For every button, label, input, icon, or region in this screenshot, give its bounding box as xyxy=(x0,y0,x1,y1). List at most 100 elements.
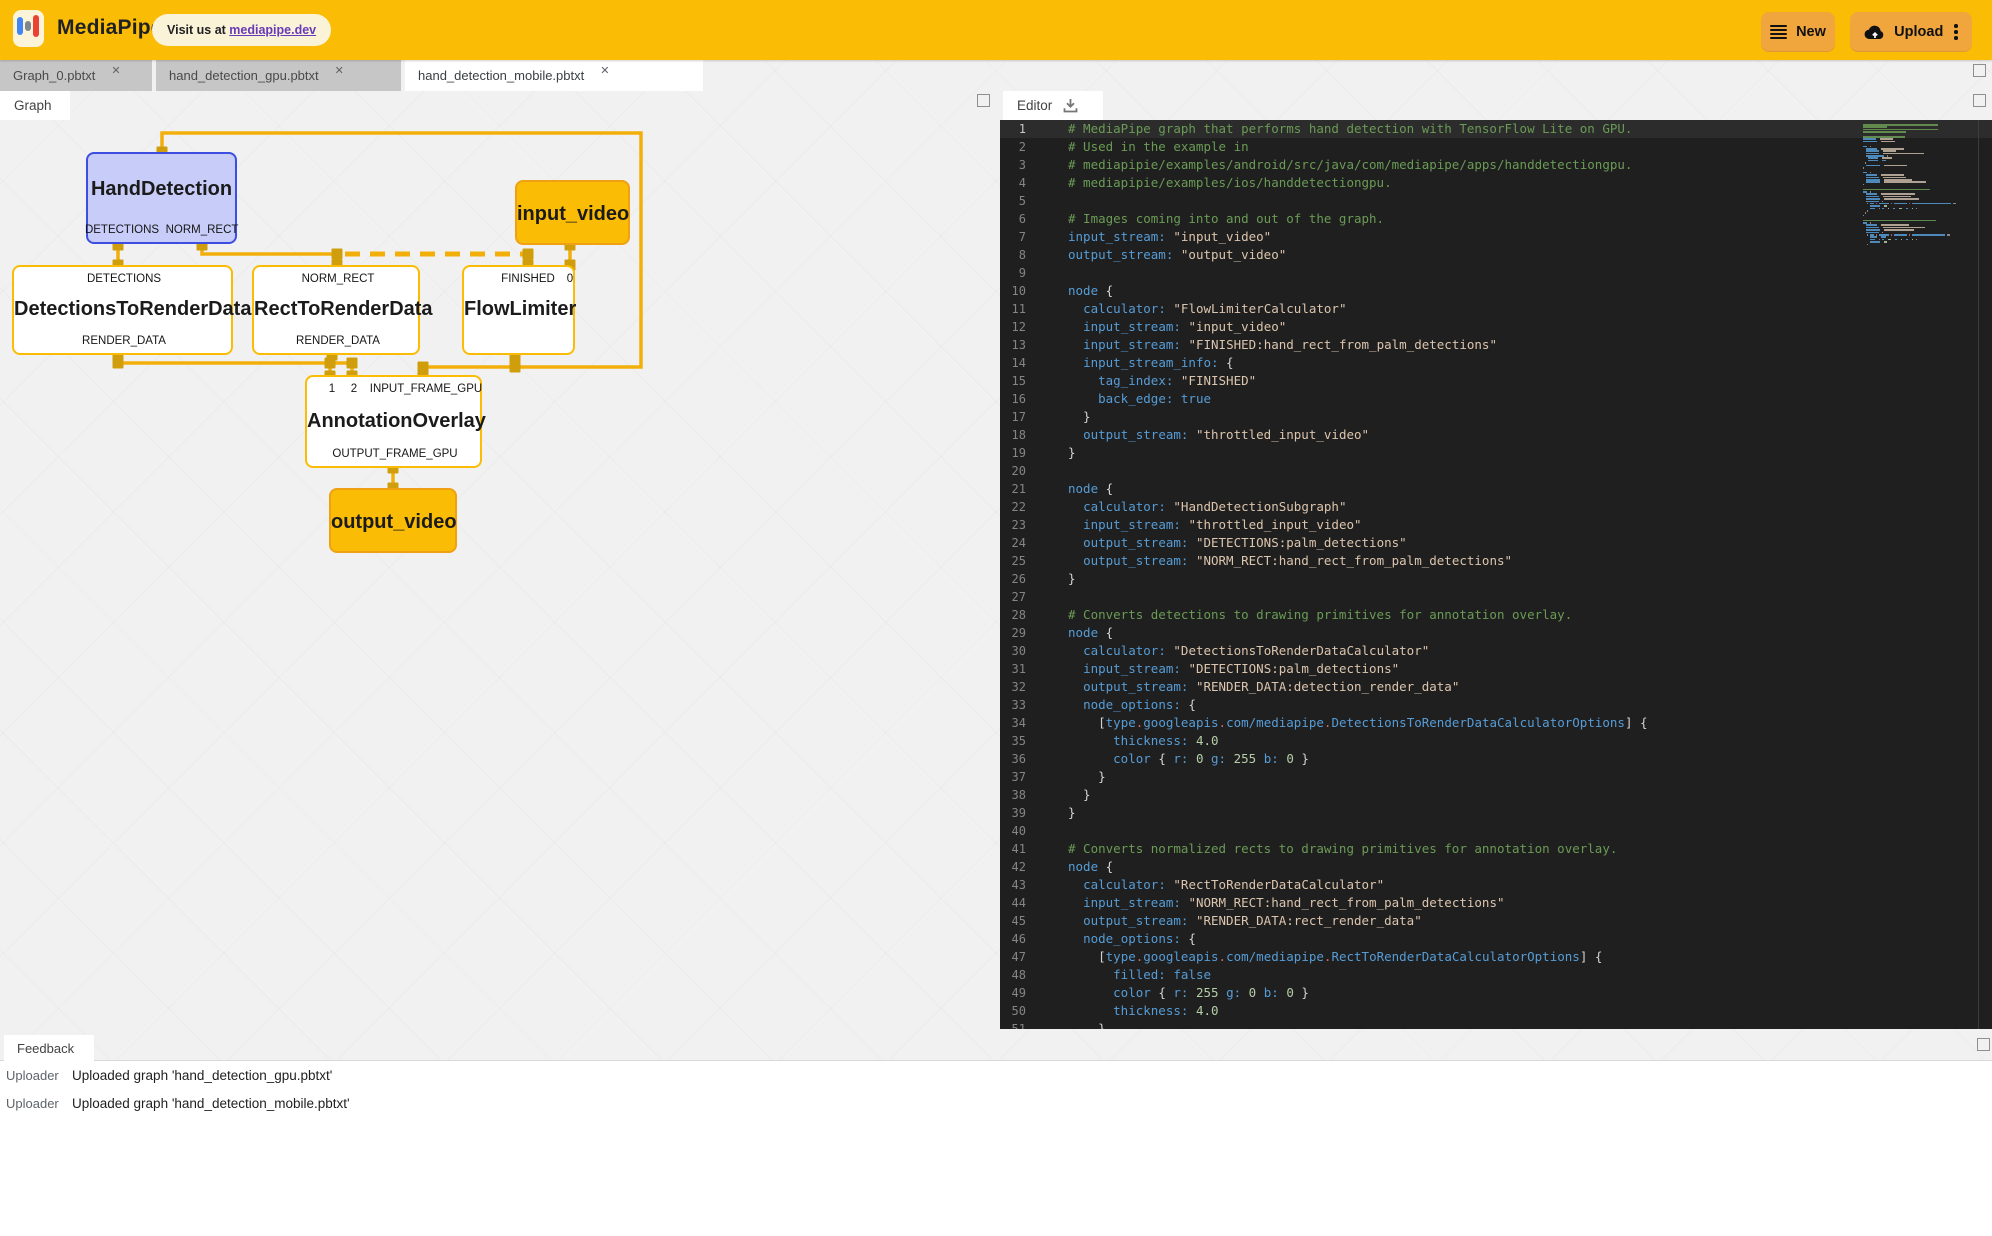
tab-feedback[interactable]: Feedback xyxy=(4,1035,94,1061)
code-line[interactable]: 44 input_stream: "NORM_RECT:hand_rect_fr… xyxy=(1000,894,1992,912)
code-line[interactable]: 50 thickness: 4.0 xyxy=(1000,1002,1992,1020)
close-tab-icon[interactable]: ✕ xyxy=(111,64,120,77)
code-line[interactable]: 5 xyxy=(1000,192,1992,210)
code-line[interactable]: 15 tag_index: "FINISHED" xyxy=(1000,372,1992,390)
code-line[interactable]: 47 [type.googleapis.com/mediapipe.RectTo… xyxy=(1000,948,1992,966)
tab-graph[interactable]: Graph xyxy=(0,91,70,120)
code-line[interactable]: 3# mediapipie/examples/android/src/java/… xyxy=(1000,156,1992,174)
code-line[interactable]: 22 calculator: "HandDetectionSubgraph" xyxy=(1000,498,1992,516)
line-number: 2 xyxy=(1000,138,1026,156)
code-line[interactable]: 31 input_stream: "DETECTIONS:palm_detect… xyxy=(1000,660,1992,678)
code-line[interactable]: 48 filled: false xyxy=(1000,966,1992,984)
code-line[interactable]: 8output_stream: "output_video" xyxy=(1000,246,1992,264)
mediapipe-dev-link[interactable]: mediapipe.dev xyxy=(229,23,316,37)
code-line[interactable]: 27 xyxy=(1000,588,1992,606)
code-line[interactable]: 6# Images coming into and out of the gra… xyxy=(1000,210,1992,228)
close-tab-icon[interactable]: ✕ xyxy=(600,64,609,77)
editor-popout-icon[interactable] xyxy=(1973,94,1986,107)
code-line[interactable]: 2# Used in the example in xyxy=(1000,138,1992,156)
code-line[interactable]: 12 input_stream: "input_video" xyxy=(1000,318,1992,336)
code-line[interactable]: 30 calculator: "DetectionsToRenderDataCa… xyxy=(1000,642,1992,660)
code-line[interactable]: 35 thickness: 4.0 xyxy=(1000,732,1992,750)
file-tab[interactable]: hand_detection_gpu.pbtxt ✕ xyxy=(156,60,401,91)
code-line[interactable]: 11 calculator: "FlowLimiterCalculator" xyxy=(1000,300,1992,318)
code-line[interactable]: 20 xyxy=(1000,462,1992,480)
feedback-popout-icon[interactable] xyxy=(1977,1038,1990,1051)
graph-node-HandDetection[interactable]: HandDetectionDETECTIONSNORM_RECT xyxy=(86,152,237,244)
line-number: 6 xyxy=(1000,210,1026,228)
new-button[interactable]: New xyxy=(1761,12,1835,52)
graph-tab-label: Graph xyxy=(14,98,52,113)
line-number: 23 xyxy=(1000,516,1026,534)
code-line[interactable]: 17 } xyxy=(1000,408,1992,426)
feedback-row: UploaderUploaded graph 'hand_detection_g… xyxy=(0,1068,1992,1092)
file-tab[interactable]: hand_detection_mobile.pbtxt✕ xyxy=(405,60,703,91)
download-icon[interactable] xyxy=(1061,96,1080,115)
line-number: 1 xyxy=(1000,120,1026,138)
line-number: 5 xyxy=(1000,192,1026,210)
code-line[interactable]: 1# MediaPipe graph that performs hand de… xyxy=(1000,120,1992,138)
code-line[interactable]: 25 output_stream: "NORM_RECT:hand_rect_f… xyxy=(1000,552,1992,570)
code-line[interactable]: 13 input_stream: "FINISHED:hand_rect_fro… xyxy=(1000,336,1992,354)
code-line[interactable]: 10node { xyxy=(1000,282,1992,300)
close-tab-icon[interactable]: ✕ xyxy=(335,64,344,77)
new-button-label: New xyxy=(1796,24,1826,40)
code-line[interactable]: 19} xyxy=(1000,444,1992,462)
feedback-source: Uploader xyxy=(6,1096,59,1111)
code-line[interactable]: 9 xyxy=(1000,264,1992,282)
code-line[interactable]: 45 output_stream: "RENDER_DATA:rect_rend… xyxy=(1000,912,1992,930)
graph-popout-icon[interactable] xyxy=(977,94,990,107)
code-line[interactable]: 29node { xyxy=(1000,624,1992,642)
code-line[interactable]: 39} xyxy=(1000,804,1992,822)
graph-node-RectToRenderData[interactable]: RectToRenderDataNORM_RECTRENDER_DATA xyxy=(252,265,420,355)
line-number: 7 xyxy=(1000,228,1026,246)
code-line[interactable]: 38 } xyxy=(1000,786,1992,804)
graph-canvas[interactable]: HandDetectionDETECTIONSNORM_RECT input_vi… xyxy=(0,0,997,1029)
code-line[interactable]: 36 color { r: 0 g: 255 b: 0 } xyxy=(1000,750,1992,768)
more-options-kebab-icon[interactable] xyxy=(1954,23,1958,41)
code-line[interactable]: 33 node_options: { xyxy=(1000,696,1992,714)
editor-minimap[interactable] xyxy=(1862,124,1958,246)
code-line[interactable]: 46 node_options: { xyxy=(1000,930,1992,948)
node-port-label: 0 xyxy=(567,273,573,285)
code-line[interactable]: 42node { xyxy=(1000,858,1992,876)
code-line[interactable]: 16 back_edge: true xyxy=(1000,390,1992,408)
graph-node-input_video[interactable]: input_video xyxy=(515,180,630,245)
code-editor[interactable]: 1# MediaPipe graph that performs hand de… xyxy=(1000,120,1992,1029)
code-line[interactable]: 23 input_stream: "throttled_input_video" xyxy=(1000,516,1992,534)
code-line[interactable]: 24 output_stream: "DETECTIONS:palm_detec… xyxy=(1000,534,1992,552)
code-line[interactable]: 34 [type.googleapis.com/mediapipe.Detect… xyxy=(1000,714,1992,732)
code-line[interactable]: 40 xyxy=(1000,822,1992,840)
code-line[interactable]: 18 output_stream: "throttled_input_video… xyxy=(1000,426,1992,444)
graph-node-DetectionsToRenderData[interactable]: DetectionsToRenderDataDETECTIONSRENDER_D… xyxy=(12,265,233,355)
node-title: FlowLimiter xyxy=(464,298,573,321)
menu-lines-icon xyxy=(1770,25,1787,39)
code-line[interactable]: 7input_stream: "input_video" xyxy=(1000,228,1992,246)
code-line[interactable]: 32 output_stream: "RENDER_DATA:detection… xyxy=(1000,678,1992,696)
code-line[interactable]: 41# Converts normalized rects to drawing… xyxy=(1000,840,1992,858)
code-line[interactable]: 49 color { r: 255 g: 0 b: 0 } xyxy=(1000,984,1992,1002)
code-line[interactable]: 26} xyxy=(1000,570,1992,588)
code-line[interactable]: 4# mediapipie/examples/ios/handdetection… xyxy=(1000,174,1992,192)
code-line[interactable]: 43 calculator: "RectToRenderDataCalculat… xyxy=(1000,876,1992,894)
tabs-popout-icon[interactable] xyxy=(1973,64,1986,77)
node-title: output_video xyxy=(331,511,455,534)
feedback-message: Uploaded graph 'hand_detection_mobile.pb… xyxy=(72,1096,350,1111)
file-tab[interactable]: Graph_0.pbtxt✕ xyxy=(0,60,152,91)
file-tab-label: hand_detection_gpu.pbtxt xyxy=(169,68,319,83)
tab-editor[interactable]: Editor xyxy=(1003,91,1103,120)
line-number: 39 xyxy=(1000,804,1026,822)
code-line[interactable]: 37 } xyxy=(1000,768,1992,786)
code-line[interactable]: 14 input_stream_info: { xyxy=(1000,354,1992,372)
line-number: 40 xyxy=(1000,822,1026,840)
code-line[interactable]: 28# Converts detections to drawing primi… xyxy=(1000,606,1992,624)
graph-node-AnnotationOverlay[interactable]: AnnotationOverlay12INPUT_FRAME_GPUOUTPUT… xyxy=(305,375,482,468)
code-line[interactable]: 51 } xyxy=(1000,1020,1992,1029)
line-number: 35 xyxy=(1000,732,1026,750)
editor-scrollbar[interactable] xyxy=(1978,120,1979,1029)
graph-node-output_video[interactable]: output_video xyxy=(329,488,457,553)
code-line[interactable]: 21node { xyxy=(1000,480,1992,498)
upload-button[interactable]: Upload xyxy=(1850,12,1972,52)
graph-node-FlowLimiter[interactable]: FlowLimiterFINISHED0 xyxy=(462,265,575,355)
feedback-source: Uploader xyxy=(6,1068,59,1083)
